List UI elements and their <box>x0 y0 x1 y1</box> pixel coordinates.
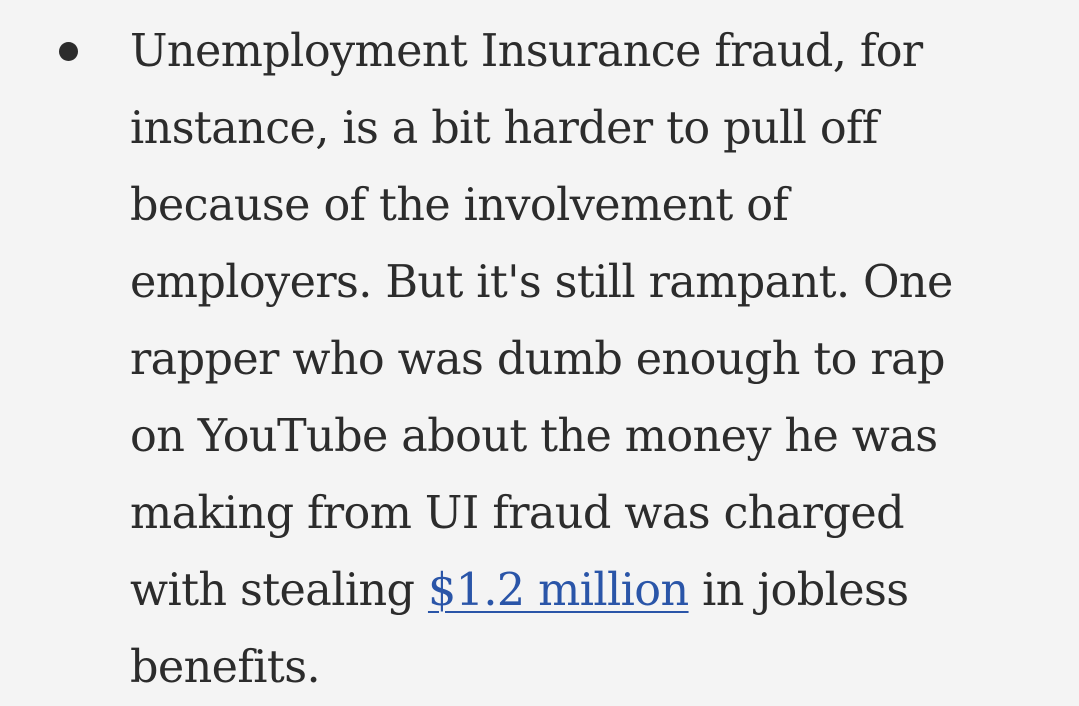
paragraph-line: rapper who was dumb enough to rap <box>130 334 945 385</box>
paragraph-line: making from UI fraud was charged <box>130 488 905 539</box>
paragraph-text-segment: in jobless <box>688 565 909 616</box>
paragraph-line: employers. But it's still rampant. One <box>130 257 953 308</box>
paragraph-text-segment: with stealing <box>130 565 428 616</box>
list-item: Unemployment Insurance fraud, for instan… <box>0 0 1079 703</box>
paragraph-line: benefits. <box>130 642 321 693</box>
article-bullet-list: Unemployment Insurance fraud, for instan… <box>0 0 1079 703</box>
amount-link[interactable]: $1.2 million <box>428 565 689 616</box>
paragraph-line: Unemployment Insurance fraud, for <box>130 26 923 77</box>
paragraph-line-with-link: with stealing $1.2 million in jobless <box>130 552 1070 629</box>
paragraph-line: because of the involvement of <box>130 180 789 231</box>
paragraph-line: instance, is a bit harder to pull off <box>130 103 878 154</box>
paragraph-line: on YouTube about the money he was <box>130 411 938 462</box>
bullet-paragraph: Unemployment Insurance fraud, for instan… <box>130 13 1070 706</box>
bullet-dot-icon <box>59 42 78 61</box>
